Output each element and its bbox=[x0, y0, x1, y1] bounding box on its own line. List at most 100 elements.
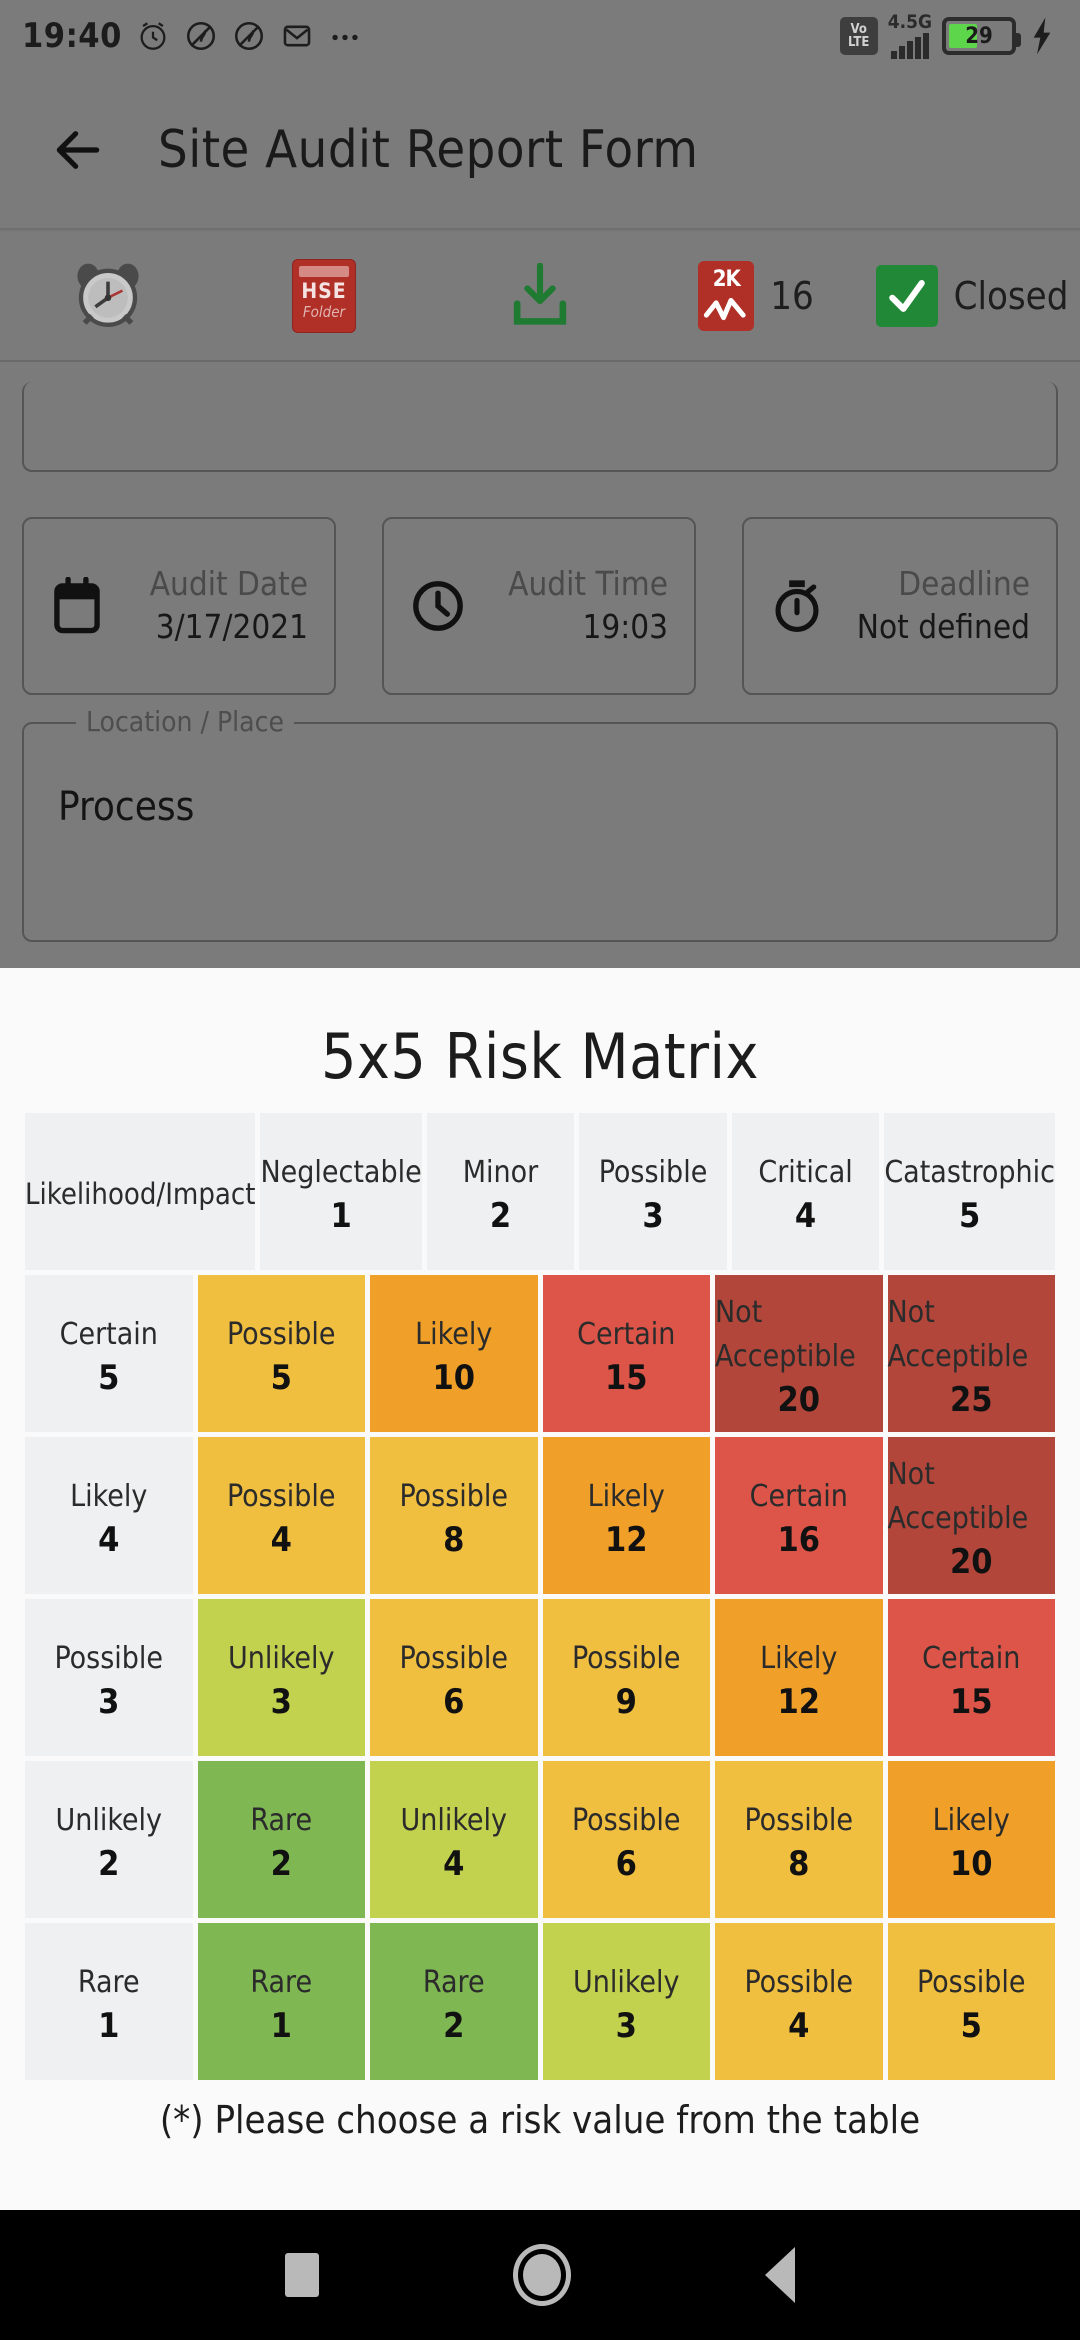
toolbar-item-risk-count[interactable]: 2K 16 bbox=[648, 261, 864, 331]
location-field[interactable]: Location / Place Process bbox=[22, 705, 1058, 942]
matrix-risk-cell[interactable]: Possible 4 bbox=[715, 1923, 883, 2080]
hse-folder-bottom-label: Folder bbox=[302, 303, 346, 321]
toolbar-item-status[interactable]: Closed bbox=[864, 265, 1080, 327]
matrix-risk-cell[interactable]: Rare 1 bbox=[197, 1923, 365, 2080]
audit-date-label: Audit Date bbox=[149, 564, 308, 603]
column-header-value: 4 bbox=[794, 1195, 817, 1236]
matrix-row: Likely 4 Possible 4 Possible 8 Likely 12 Certain… bbox=[25, 1437, 1055, 1594]
risk-cell-value: 6 bbox=[615, 1843, 637, 1884]
risk-cell-label: Rare bbox=[250, 1802, 313, 1838]
home-icon[interactable] bbox=[513, 2244, 571, 2306]
matrix-risk-cell[interactable]: Likely 12 bbox=[542, 1437, 710, 1594]
matrix-risk-cell[interactable]: Possible 8 bbox=[370, 1437, 538, 1594]
matrix-risk-cell[interactable]: Unlikely 3 bbox=[197, 1599, 365, 1756]
risk-cell-label: Likely bbox=[415, 1316, 493, 1352]
matrix-risk-cell[interactable]: Possible 5 bbox=[887, 1923, 1055, 2080]
matrix-risk-cell[interactable]: Not Acceptible 20 bbox=[887, 1437, 1055, 1594]
risk-cell-value: 3 bbox=[270, 1681, 292, 1722]
risk-cell-label: Likely bbox=[932, 1802, 1010, 1838]
risk-count-label: 16 bbox=[770, 274, 814, 318]
risk-cell-label: Not Acceptible bbox=[715, 1294, 856, 1374]
matrix-risk-cell[interactable]: Possible 6 bbox=[370, 1599, 538, 1756]
matrix-risk-cell[interactable]: Possible 9 bbox=[542, 1599, 710, 1756]
back-icon[interactable] bbox=[765, 2247, 795, 2303]
app-bar: Site Audit Report Form bbox=[0, 72, 1080, 228]
risk-cell-label: Rare bbox=[422, 1964, 485, 2000]
matrix-row-header[interactable]: Rare 1 bbox=[25, 1923, 193, 2080]
calendar-icon bbox=[54, 577, 100, 634]
do-not-disturb-icon bbox=[234, 21, 263, 51]
matrix-row-header[interactable]: Certain 5 bbox=[25, 1275, 193, 1432]
hse-folder-icon: HSE Folder bbox=[292, 259, 356, 333]
matrix-risk-cell[interactable]: Certain 15 bbox=[887, 1599, 1055, 1756]
battery-icon: 29 bbox=[942, 17, 1021, 55]
matrix-risk-cell[interactable]: Rare 2 bbox=[370, 1923, 538, 2080]
matrix-risk-cell[interactable]: Certain 16 bbox=[715, 1437, 883, 1594]
deadline-field[interactable]: Deadline Not defined bbox=[742, 517, 1058, 695]
recents-icon[interactable] bbox=[285, 2253, 319, 2297]
deadline-label: Deadline bbox=[898, 564, 1030, 603]
matrix-row-header[interactable]: Likely 4 bbox=[25, 1437, 193, 1594]
matrix-risk-cell[interactable]: Possible 6 bbox=[542, 1761, 710, 1918]
matrix-risk-cell[interactable]: Likely 10 bbox=[887, 1761, 1055, 1918]
status-clock: 19:40 bbox=[22, 16, 122, 56]
alarm-icon bbox=[140, 22, 166, 50]
matrix-risk-cell[interactable]: Possible 4 bbox=[197, 1437, 365, 1594]
matrix-risk-cell[interactable]: Not Acceptible 25 bbox=[887, 1275, 1055, 1432]
risk-cell-label: Possible bbox=[744, 1802, 854, 1838]
toolbar-item-alarm[interactable] bbox=[0, 260, 216, 332]
toolbar: HSE Folder 2K 16 Closed bbox=[0, 232, 1080, 360]
audit-date-value: 3/17/2021 bbox=[155, 607, 308, 646]
matrix-risk-cell[interactable]: Likely 12 bbox=[715, 1599, 883, 1756]
risk-cell-label: Possible bbox=[571, 1802, 681, 1838]
risk-matrix-hint: (*) Please choose a risk value from the … bbox=[159, 2098, 921, 2142]
matrix-risk-cell[interactable]: Possible 8 bbox=[715, 1761, 883, 1918]
network-label: 4.5G bbox=[887, 11, 932, 33]
risk-cell-value: 4 bbox=[788, 2005, 810, 2046]
column-header-label: Possible bbox=[598, 1154, 708, 1190]
matrix-corner-label: Likelihood/Impact bbox=[25, 1176, 256, 1211]
risk-cell-label: Certain bbox=[577, 1316, 676, 1352]
matrix-risk-cell[interactable]: Unlikely 3 bbox=[542, 1923, 710, 2080]
matrix-column-header[interactable]: Critical 4 bbox=[731, 1113, 880, 1270]
hse-folder-top-label: HSE bbox=[301, 279, 347, 303]
column-header-value: 5 bbox=[959, 1195, 981, 1236]
matrix-risk-cell[interactable]: Not Acceptible 20 bbox=[715, 1275, 883, 1432]
page-title: Site Audit Report Form bbox=[158, 120, 699, 180]
row-header-value: 4 bbox=[98, 1519, 120, 1560]
risk-cell-value: 4 bbox=[443, 1843, 465, 1884]
audit-time-field[interactable]: Audit Time 19:03 bbox=[382, 517, 696, 695]
column-header-label: Minor bbox=[462, 1154, 539, 1190]
matrix-row: Certain 5 Possible 5 Likely 10 Certain 15 Not Ac… bbox=[25, 1275, 1055, 1432]
matrix-row-header[interactable]: Possible 3 bbox=[25, 1599, 193, 1756]
toolbar-item-download[interactable] bbox=[432, 263, 648, 329]
matrix-column-header[interactable]: Catastrophic 5 bbox=[884, 1113, 1055, 1270]
toolbar-item-hse-folder[interactable]: HSE Folder bbox=[216, 259, 432, 333]
row-header-label: Likely bbox=[70, 1478, 148, 1514]
matrix-column-header[interactable]: Possible 3 bbox=[579, 1113, 727, 1270]
risk-chart-badge: 2K bbox=[712, 267, 741, 292]
notes-field[interactable] bbox=[22, 382, 1058, 472]
risk-cell-label: Likely bbox=[760, 1640, 838, 1676]
audit-date-field[interactable]: Audit Date 3/17/2021 bbox=[22, 517, 336, 695]
risk-cell-label: Possible bbox=[744, 1964, 854, 2000]
location-legend: Location / Place bbox=[76, 705, 294, 738]
matrix-column-header[interactable]: Neglectable 1 bbox=[260, 1113, 422, 1270]
matrix-risk-cell[interactable]: Certain 15 bbox=[542, 1275, 710, 1432]
matrix-risk-cell[interactable]: Rare 2 bbox=[197, 1761, 365, 1918]
status-bar-right: Vo LTE 4.5G 29 bbox=[839, 11, 1058, 59]
risk-cell-value: 1 bbox=[270, 2005, 292, 2046]
matrix-risk-cell[interactable]: Possible 5 bbox=[197, 1275, 365, 1432]
risk-cell-label: Unlikely bbox=[400, 1802, 507, 1838]
matrix-risk-cell[interactable]: Likely 10 bbox=[370, 1275, 538, 1432]
clock-icon bbox=[413, 581, 463, 631]
risk-cell-label: Possible bbox=[399, 1640, 509, 1676]
back-arrow-icon[interactable] bbox=[50, 122, 106, 178]
row-header-label: Rare bbox=[77, 1964, 140, 2000]
alarm-clock-icon bbox=[77, 263, 139, 327]
matrix-row: Unlikely 2 Rare 2 Unlikely 4 Possible 6 Possible… bbox=[25, 1761, 1055, 1918]
matrix-column-header[interactable]: Minor 2 bbox=[426, 1113, 575, 1270]
matrix-risk-cell[interactable]: Unlikely 4 bbox=[370, 1761, 538, 1918]
matrix-row-header[interactable]: Unlikely 2 bbox=[25, 1761, 193, 1918]
risk-cell-label: Not Acceptible bbox=[887, 1456, 1029, 1536]
